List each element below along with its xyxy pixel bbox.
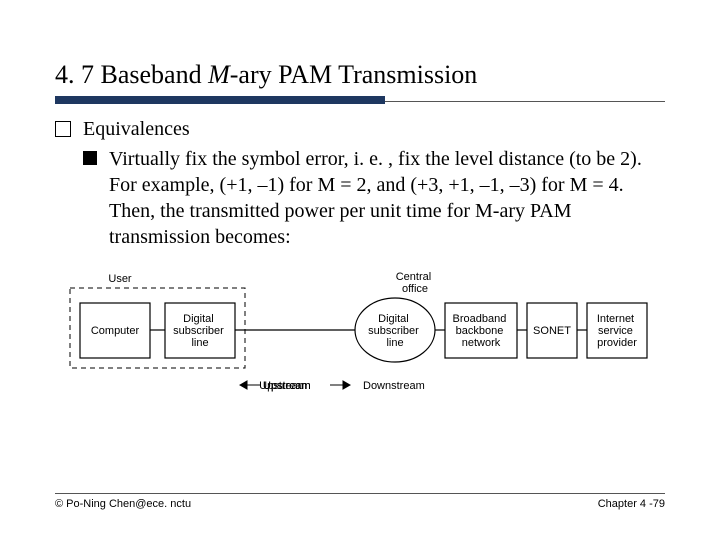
footer: © Po-Ning Chen@ece. nctu Chapter 4 -79 (55, 493, 665, 510)
title-prefix: 4. 7 Baseband (55, 60, 208, 89)
diagram-svg: User Central office (65, 270, 655, 410)
bullet-level2: Virtually fix the symbol error, i. e. , … (83, 146, 665, 250)
hollow-square-bullet-icon (55, 121, 71, 137)
body-content: Equivalences Virtually fix the symbol er… (55, 116, 665, 250)
footer-right: Chapter 4 -79 (598, 498, 665, 510)
central-label: Central office (396, 271, 435, 295)
filled-square-bullet-icon (83, 151, 97, 165)
slide-title: 4. 7 Baseband M-ary PAM Transmission (55, 60, 665, 90)
upstream-arrow-head (240, 381, 247, 389)
footer-left: © Po-Ning Chen@ece. nctu (55, 498, 191, 510)
user-label: User (108, 273, 132, 285)
rule-thick (55, 96, 385, 104)
title-rule (55, 92, 665, 104)
slide: 4. 7 Baseband M-ary PAM Transmission Equ… (0, 0, 720, 540)
up-label: Upstream (259, 380, 307, 392)
network-diagram: User Central office (65, 270, 655, 415)
lvl2-text: Virtually fix the symbol error, i. e. , … (109, 146, 665, 250)
sonet-text: SONET (533, 325, 571, 337)
down-label: Downstream (363, 380, 425, 392)
bullet-level1: Equivalences (55, 116, 665, 142)
title-suffix: -ary PAM Transmission (230, 60, 478, 89)
lvl1-text: Equivalences (83, 116, 665, 142)
downstream-arrow-head (343, 381, 350, 389)
isp-text: Internet service provider (597, 313, 637, 349)
computer-text: Computer (91, 325, 140, 337)
title-italic: M (208, 60, 230, 89)
